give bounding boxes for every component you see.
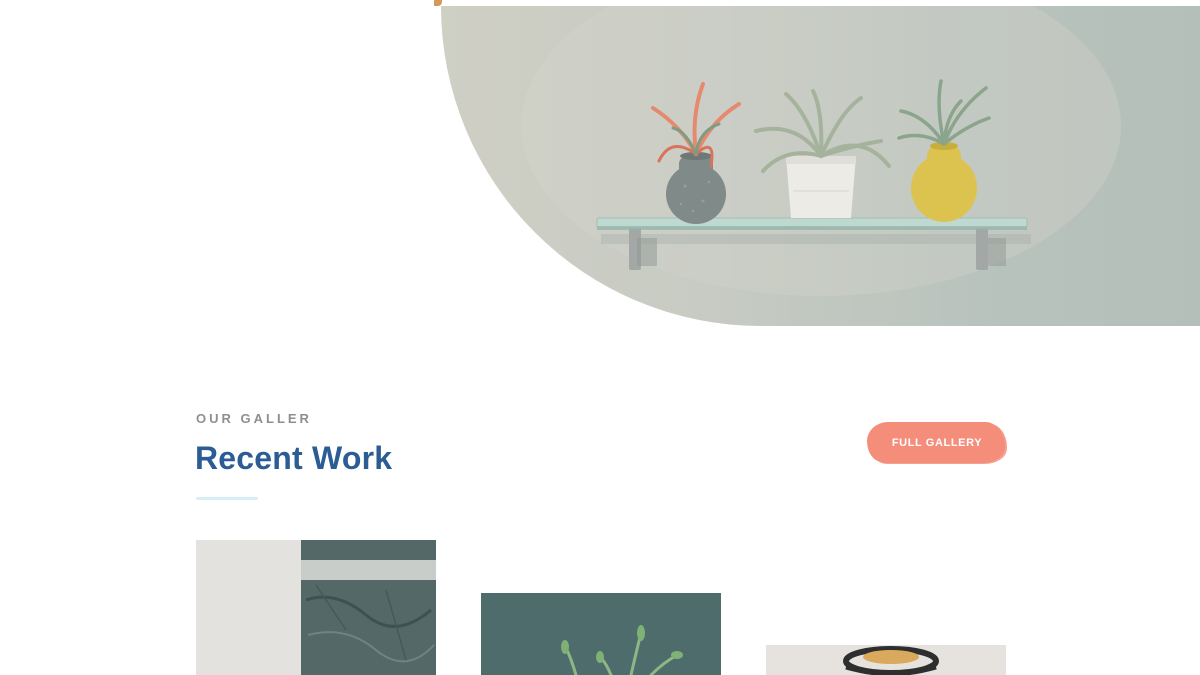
gallery-item-textured-art[interactable] <box>196 540 436 675</box>
title-underline <box>196 497 258 500</box>
plants-on-shelf-illustration <box>521 6 1121 296</box>
section-title: Recent Work <box>195 440 393 476</box>
full-gallery-button[interactable]: FULL GALLERY <box>869 423 1005 463</box>
gallery-item-plant[interactable] <box>481 593 721 675</box>
gallery-item-lamp[interactable] <box>766 645 1006 675</box>
pendant-lamp-image <box>766 645 1006 675</box>
green-plant-image <box>481 593 721 675</box>
textured-wall-art-image <box>196 540 436 675</box>
hero-image <box>441 6 1200 326</box>
section-eyebrow: OUR GALLER <box>196 411 312 426</box>
